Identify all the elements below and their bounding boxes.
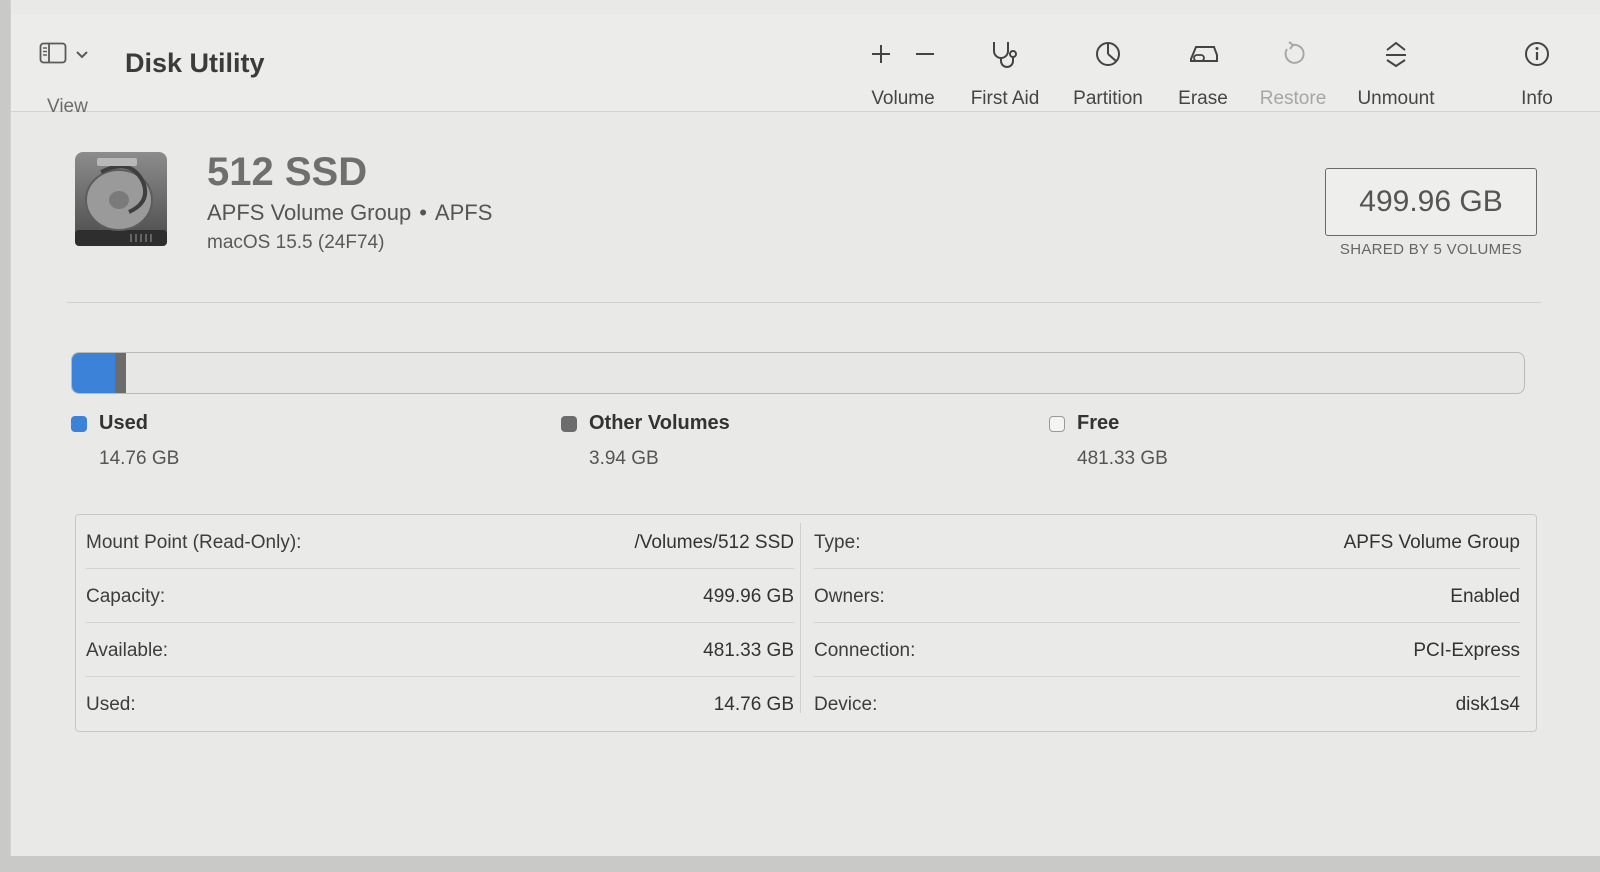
disk-size-caption: SHARED BY 5 VOLUMES [1339, 241, 1523, 258]
info-key: Type: [814, 532, 861, 553]
free-label: Free [1077, 412, 1120, 434]
other-volumes-swatch [561, 416, 577, 432]
volume-button-group: Volume [863, 34, 943, 110]
used-label: Used [99, 412, 148, 434]
restore-label: Restore [1259, 88, 1327, 109]
info-key: Owners: [814, 586, 885, 607]
remove-volume-icon[interactable] [914, 43, 936, 70]
usage-segment-other-volumes [114, 353, 127, 393]
column-divider [800, 523, 801, 713]
info-row-available: Available: 481.33 GB [86, 623, 794, 677]
disk-name: 512 SSD [207, 150, 368, 194]
info-value: 499.96 GB [703, 586, 794, 607]
other-volumes-value: 3.94 GB [589, 448, 659, 469]
info-value: 481.33 GB [703, 640, 794, 661]
restore-icon [1280, 40, 1306, 72]
info-key: Device: [814, 694, 878, 715]
hard-drive-icon [71, 142, 171, 252]
info-row-type: Type: APFS Volume Group [814, 515, 1520, 569]
sidebar-icon [39, 42, 67, 69]
info-column-left: Mount Point (Read-Only): /Volumes/512 SSD… [86, 515, 794, 731]
eject-icon [1383, 40, 1409, 73]
info-panel: Mount Point (Read-Only): /Volumes/512 SSD… [75, 514, 1537, 732]
used-swatch [71, 416, 87, 432]
info-value: disk1s4 [1455, 694, 1520, 715]
partition-button[interactable]: Partition [1065, 34, 1151, 110]
add-volume-icon[interactable] [870, 43, 892, 70]
disk-type: APFS Volume Group [207, 200, 412, 225]
other-volumes-label: Other Volumes [589, 412, 730, 434]
unmount-label: Unmount [1357, 88, 1435, 109]
toolbar: View Disk Utility Volume First Aid Parti… [11, 14, 1600, 117]
info-key: Connection: [814, 640, 916, 661]
disk-subtitle: APFS Volume Group • APFS [207, 200, 492, 226]
first-aid-label: First Aid [970, 88, 1040, 109]
info-key: Mount Point (Read-Only): [86, 532, 302, 553]
disk-utility-window: View Disk Utility Volume First Aid Parti… [10, 0, 1600, 856]
separator: • [419, 200, 427, 225]
info-value: /Volumes/512 SSD [634, 532, 794, 553]
used-value: 14.76 GB [99, 448, 180, 469]
view-control[interactable]: View [39, 42, 109, 117]
info-key: Available: [86, 640, 169, 661]
stethoscope-icon [988, 39, 1022, 74]
disk-size-badge: 499.96 GB [1325, 168, 1537, 236]
disk-os-version: macOS 15.5 (24F74) [207, 232, 385, 253]
view-label: View [47, 96, 88, 117]
info-icon [1524, 41, 1550, 72]
info-row-mount-point: Mount Point (Read-Only): /Volumes/512 SSD [86, 515, 794, 569]
info-row-capacity: Capacity: 499.96 GB [86, 569, 794, 623]
app-title: Disk Utility [125, 48, 265, 78]
free-value: 481.33 GB [1077, 448, 1168, 469]
info-row-device: Device: disk1s4 [814, 677, 1520, 731]
divider [67, 302, 1541, 303]
unmount-button[interactable]: Unmount [1351, 34, 1441, 110]
usage-segment-used [72, 353, 115, 393]
info-key: Used: [86, 694, 136, 715]
info-value: Enabled [1450, 586, 1520, 607]
free-swatch [1049, 416, 1065, 432]
disk-format: APFS [434, 200, 493, 225]
first-aid-button[interactable]: First Aid [963, 34, 1047, 110]
info-row-used: Used: 14.76 GB [86, 677, 794, 731]
partition-label: Partition [1073, 88, 1143, 109]
chevron-down-icon [75, 47, 89, 65]
info-key: Capacity: [86, 586, 166, 607]
partition-icon [1094, 40, 1122, 73]
info-row-connection: Connection: PCI-Express [814, 623, 1520, 677]
info-label: Info [1521, 88, 1553, 109]
usage-bar [71, 352, 1525, 394]
info-button[interactable]: Info [1515, 34, 1559, 110]
erase-button[interactable]: Erase [1171, 34, 1235, 110]
info-value: APFS Volume Group [1343, 532, 1520, 553]
erase-label: Erase [1178, 88, 1228, 109]
info-value: PCI-Express [1413, 640, 1520, 661]
info-column-right: Type: APFS Volume Group Owners: Enabled Co… [814, 515, 1520, 731]
restore-button[interactable]: Restore [1255, 34, 1331, 110]
volume-label: Volume [871, 88, 935, 109]
info-value: 14.76 GB [713, 694, 794, 715]
info-row-owners: Owners: Enabled [814, 569, 1520, 623]
eraser-icon [1186, 41, 1220, 72]
